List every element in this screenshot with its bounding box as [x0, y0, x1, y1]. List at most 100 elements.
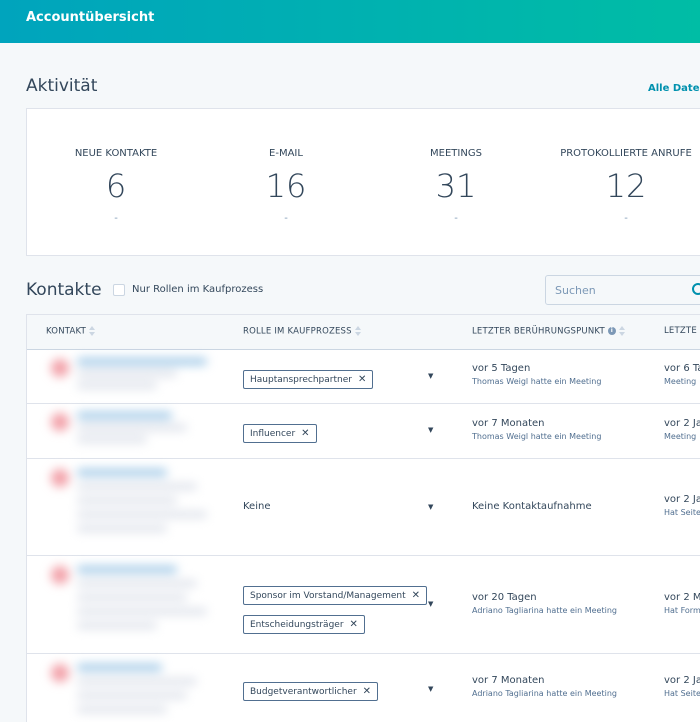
- contact-detail-redacted: [77, 608, 207, 615]
- contact-cell-blurred[interactable]: [41, 459, 213, 555]
- column-last-touch[interactable]: LETZTER BERÜHRUNGSPUNKT i: [472, 326, 625, 337]
- contact-detail-redacted: [77, 511, 207, 518]
- contact-cell-blurred[interactable]: [41, 556, 213, 653]
- last-touch-time: vor 7 Monaten: [472, 675, 545, 686]
- table-row[interactable]: Keine ▼ Keine Kontaktaufnahme vor 2 Ja H…: [27, 459, 700, 556]
- last-activity-detail: Hat Seite: [664, 508, 700, 517]
- role-tag-label: Entscheidungsträger: [250, 620, 344, 630]
- search-icon[interactable]: [690, 281, 700, 299]
- role-tag: Hauptansprechpartner ✕: [243, 370, 374, 389]
- caret-down-icon[interactable]: ▼: [428, 426, 433, 434]
- contact-cell-blurred[interactable]: [41, 654, 213, 722]
- caret-down-icon[interactable]: ▼: [428, 685, 433, 693]
- last-touch-detail: Thomas Weigl hatte ein Meeting: [472, 432, 602, 441]
- stat-change: -: [624, 213, 628, 224]
- last-touch-detail: Adriano Tagliarina hatte ein Meeting: [472, 689, 617, 698]
- contact-detail-redacted: [77, 692, 187, 699]
- close-icon[interactable]: ✕: [412, 590, 420, 601]
- stat-value: 12: [605, 167, 647, 205]
- column-last-activity[interactable]: LETZTE I: [664, 326, 700, 336]
- role-tag: Influencer ✕: [243, 424, 317, 443]
- column-contact[interactable]: KONTAKT: [46, 326, 96, 337]
- contact-detail-redacted: [77, 678, 197, 685]
- role-tags: Influencer ✕: [243, 421, 317, 450]
- all-data-link[interactable]: Alle Daten: [648, 83, 700, 94]
- table-row[interactable]: Hauptansprechpartner ✕ ▼ vor 5 Tagen Thom…: [27, 350, 700, 404]
- activity-stats-card: NEUE KONTAKTE 6 - E-MAIL 16 - MEETINGS 3…: [26, 108, 700, 256]
- app-header: Accountübersicht: [0, 0, 700, 43]
- contacts-search-input[interactable]: Suchen: [545, 275, 700, 305]
- last-activity-time: vor 2 Ja: [664, 418, 700, 429]
- last-activity-time: vor 2 Ja: [664, 494, 700, 505]
- contact-detail-redacted: [77, 436, 147, 443]
- contact-name-redacted: [77, 469, 167, 476]
- role-tag-label: Hauptansprechpartner: [250, 375, 352, 385]
- contact-detail-redacted: [77, 370, 177, 377]
- contact-detail-redacted: [77, 525, 167, 532]
- sort-icon[interactable]: [354, 326, 361, 336]
- last-activity-time: vor 2 Ja: [664, 675, 700, 686]
- stat-label: NEUE KONTAKTE: [74, 148, 158, 159]
- stat-label: PROTOKOLLIERTE ANRUFE: [560, 148, 692, 159]
- close-icon[interactable]: ✕: [301, 428, 309, 439]
- avatar: [51, 664, 69, 682]
- stat-change: -: [454, 213, 458, 224]
- role-tag-label: Budgetverantwortlicher: [250, 687, 357, 697]
- stat-label: MEETINGS: [430, 148, 482, 159]
- column-label: LETZTER BERÜHRUNGSPUNKT: [472, 326, 605, 337]
- last-activity-detail: Meeting: [664, 377, 697, 386]
- last-touch-time: vor 20 Tagen: [472, 592, 537, 603]
- avatar: [51, 359, 69, 377]
- role-tags: Sponsor im Vorstand/Management ✕ Entschei…: [243, 583, 428, 641]
- table-row[interactable]: Sponsor im Vorstand/Management ✕ Entschei…: [27, 556, 700, 654]
- last-activity-detail: Hat Form: [664, 606, 700, 615]
- sort-icon[interactable]: [89, 326, 96, 336]
- column-role[interactable]: ROLLE IM KAUFPROZESS: [243, 326, 361, 337]
- last-activity-detail: Meeting: [664, 432, 697, 441]
- table-header: KONTAKT ROLLE IM KAUFPROZESS LETZTER BER…: [27, 315, 700, 350]
- last-touch-detail: Adriano Tagliarina hatte ein Meeting: [472, 606, 617, 615]
- stat-value: 16: [265, 167, 307, 205]
- avatar: [51, 469, 69, 487]
- last-activity-time: vor 2 M: [664, 592, 700, 603]
- close-icon[interactable]: ✕: [358, 374, 366, 385]
- close-icon[interactable]: ✕: [350, 619, 358, 630]
- stat-change: -: [114, 213, 118, 224]
- contact-detail-redacted: [77, 382, 157, 389]
- role-none-label: Keine: [243, 501, 271, 512]
- last-touch-time: Keine Kontaktaufnahme: [472, 501, 592, 512]
- info-icon[interactable]: i: [607, 327, 616, 335]
- search-placeholder: Suchen: [555, 284, 596, 297]
- contact-name-redacted: [77, 664, 162, 671]
- last-activity-detail: Hat Seite: [664, 689, 700, 698]
- contacts-section-title: Kontakte: [26, 280, 102, 300]
- stat-change: -: [284, 213, 288, 224]
- close-icon[interactable]: ✕: [363, 686, 371, 697]
- table-row[interactable]: Influencer ✕ ▼ vor 7 Monaten Thomas Weigl…: [27, 404, 700, 459]
- last-touch-time: vor 7 Monaten: [472, 418, 545, 429]
- contact-cell-blurred[interactable]: [41, 350, 213, 403]
- contact-detail-redacted: [77, 622, 157, 629]
- contact-name-redacted: [77, 358, 207, 365]
- last-touch-time: vor 5 Tagen: [472, 363, 531, 374]
- stat-value: 6: [105, 167, 127, 205]
- contact-cell-blurred[interactable]: [41, 404, 213, 458]
- avatar: [51, 413, 69, 431]
- contact-detail-redacted: [77, 424, 187, 431]
- sort-icon[interactable]: [618, 326, 625, 336]
- column-label: ROLLE IM KAUFPROZESS: [243, 326, 352, 337]
- table-row[interactable]: Budgetverantwortlicher ✕ ▼ vor 7 Monaten …: [27, 654, 700, 722]
- activity-section-title: Aktivität: [26, 76, 98, 96]
- role-tags: Budgetverantwortlicher ✕: [243, 679, 379, 708]
- column-label: KONTAKT: [46, 326, 87, 337]
- stat-label: E-MAIL: [269, 148, 303, 159]
- contact-detail-redacted: [77, 580, 197, 587]
- buying-roles-filter-label[interactable]: Nur Rollen im Kaufprozess: [132, 284, 263, 295]
- buying-roles-checkbox[interactable]: [113, 284, 125, 296]
- contact-detail-redacted: [77, 594, 187, 601]
- contact-detail-redacted: [77, 497, 177, 504]
- role-tag: Budgetverantwortlicher ✕: [243, 682, 379, 701]
- caret-down-icon[interactable]: ▼: [428, 372, 433, 380]
- caret-down-icon[interactable]: ▼: [428, 600, 433, 608]
- caret-down-icon[interactable]: ▼: [428, 503, 433, 511]
